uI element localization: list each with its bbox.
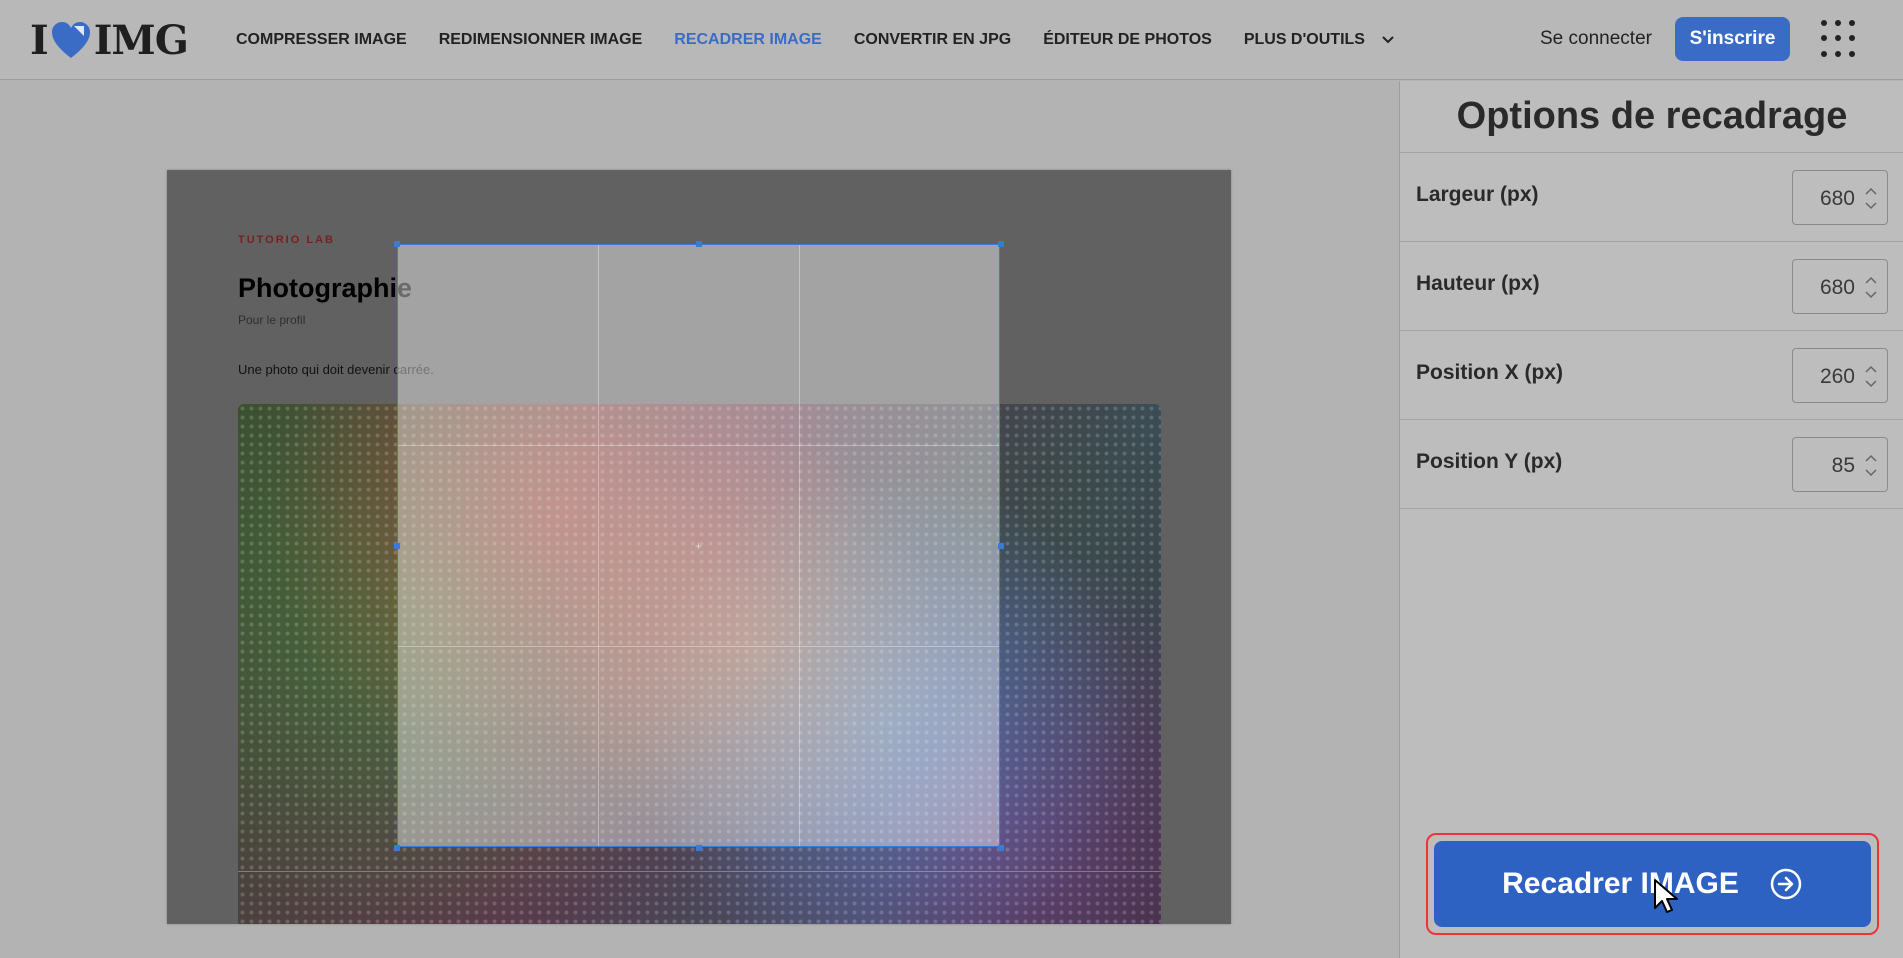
position-x-input[interactable]: 260 [1792,348,1888,403]
main-nav: COMPRESSER IMAGE REDIMENSIONNER IMAGE RE… [236,0,1395,80]
crop-handle-top[interactable] [696,241,702,247]
nav-convert-jpg[interactable]: CONVERTIR EN JPG [854,31,1011,49]
nav-photo-editor[interactable]: ÉDITEUR DE PHOTOS [1043,31,1212,49]
document-title: Photographie [238,273,412,303]
height-value: 680 [1819,276,1855,299]
position-y-input[interactable]: 85 [1792,437,1888,492]
spin-up-icon[interactable] [1865,276,1877,284]
height-label: Hauteur (px) [1416,272,1540,295]
nav-more-tools[interactable]: PLUS D'OUTILS [1244,31,1396,49]
spin-up-icon[interactable] [1865,365,1877,373]
width-label: Largeur (px) [1416,183,1539,206]
width-input[interactable]: 680 [1792,170,1888,225]
spin-up-icon[interactable] [1865,454,1877,462]
spin-down-icon[interactable] [1865,291,1877,299]
top-header: I IMG COMPRESSER IMAGE REDIMENSIONNER IM… [0,0,1903,80]
chevron-down-icon [1382,36,1395,44]
option-height: Hauteur (px) 680 [1400,242,1903,331]
login-link[interactable]: Se connecter [1540,28,1652,50]
option-width: Largeur (px) 680 [1400,153,1903,242]
nav-more-tools-label: PLUS D'OUTILS [1243,31,1365,48]
nav-compress[interactable]: COMPRESSER IMAGE [236,31,407,49]
crop-button-label: Recadrer IMAGE [1502,867,1739,900]
crop-handle-right[interactable] [998,543,1004,549]
height-input[interactable]: 680 [1792,259,1888,314]
spin-down-icon[interactable] [1865,380,1877,388]
crop-options-panel: Options de recadrage Largeur (px) 680 Ha… [1399,81,1903,958]
option-position-y: Position Y (px) 85 [1400,420,1903,509]
image-canvas[interactable]: TUTORIO LAB Photographie Pour le profil … [167,170,1231,924]
crop-grid-line [598,245,600,846]
logo-text-img: IMG [93,16,189,64]
ilovimg-logo[interactable]: I IMG [30,16,189,64]
panel-title: Options de recadrage [1400,81,1903,153]
position-y-value: 85 [1831,454,1855,477]
nav-crop[interactable]: RECADRER IMAGE [674,31,822,49]
crop-handle-left[interactable] [394,543,400,549]
option-position-x: Position X (px) 260 [1400,331,1903,420]
position-x-label: Position X (px) [1416,361,1563,384]
editor-workspace: TUTORIO LAB Photographie Pour le profil … [0,81,1399,958]
logo-letter-i: I [30,16,49,64]
mouse-pointer-icon [1654,879,1678,913]
spin-down-icon[interactable] [1865,202,1877,210]
nav-resize[interactable]: REDIMENSIONNER IMAGE [439,31,643,49]
position-x-value: 260 [1819,365,1855,388]
spin-down-icon[interactable] [1865,469,1877,477]
crop-handle-top-right[interactable] [998,241,1004,247]
photo-divider [238,871,1161,872]
width-value: 680 [1819,187,1855,210]
document-brand: TUTORIO LAB [238,234,335,246]
crop-selection-box[interactable]: + [397,244,1000,847]
arrow-right-circle-icon [1770,868,1802,900]
document-subtitle: Pour le profil [238,313,306,327]
crop-handle-top-left[interactable] [394,241,400,247]
crop-grid-line [798,245,800,846]
crop-grid-line [398,645,999,647]
signup-button[interactable]: S'inscrire [1675,17,1790,61]
crop-center-icon: + [694,538,702,553]
crop-grid-line [398,445,999,447]
apps-grid-icon[interactable] [1821,20,1859,58]
heart-logo-icon [51,22,90,58]
crop-handle-bottom-right[interactable] [998,845,1004,851]
crop-handle-bottom[interactable] [696,845,702,851]
spin-up-icon[interactable] [1865,187,1877,195]
position-y-label: Position Y (px) [1416,450,1563,473]
crop-handle-bottom-left[interactable] [394,845,400,851]
